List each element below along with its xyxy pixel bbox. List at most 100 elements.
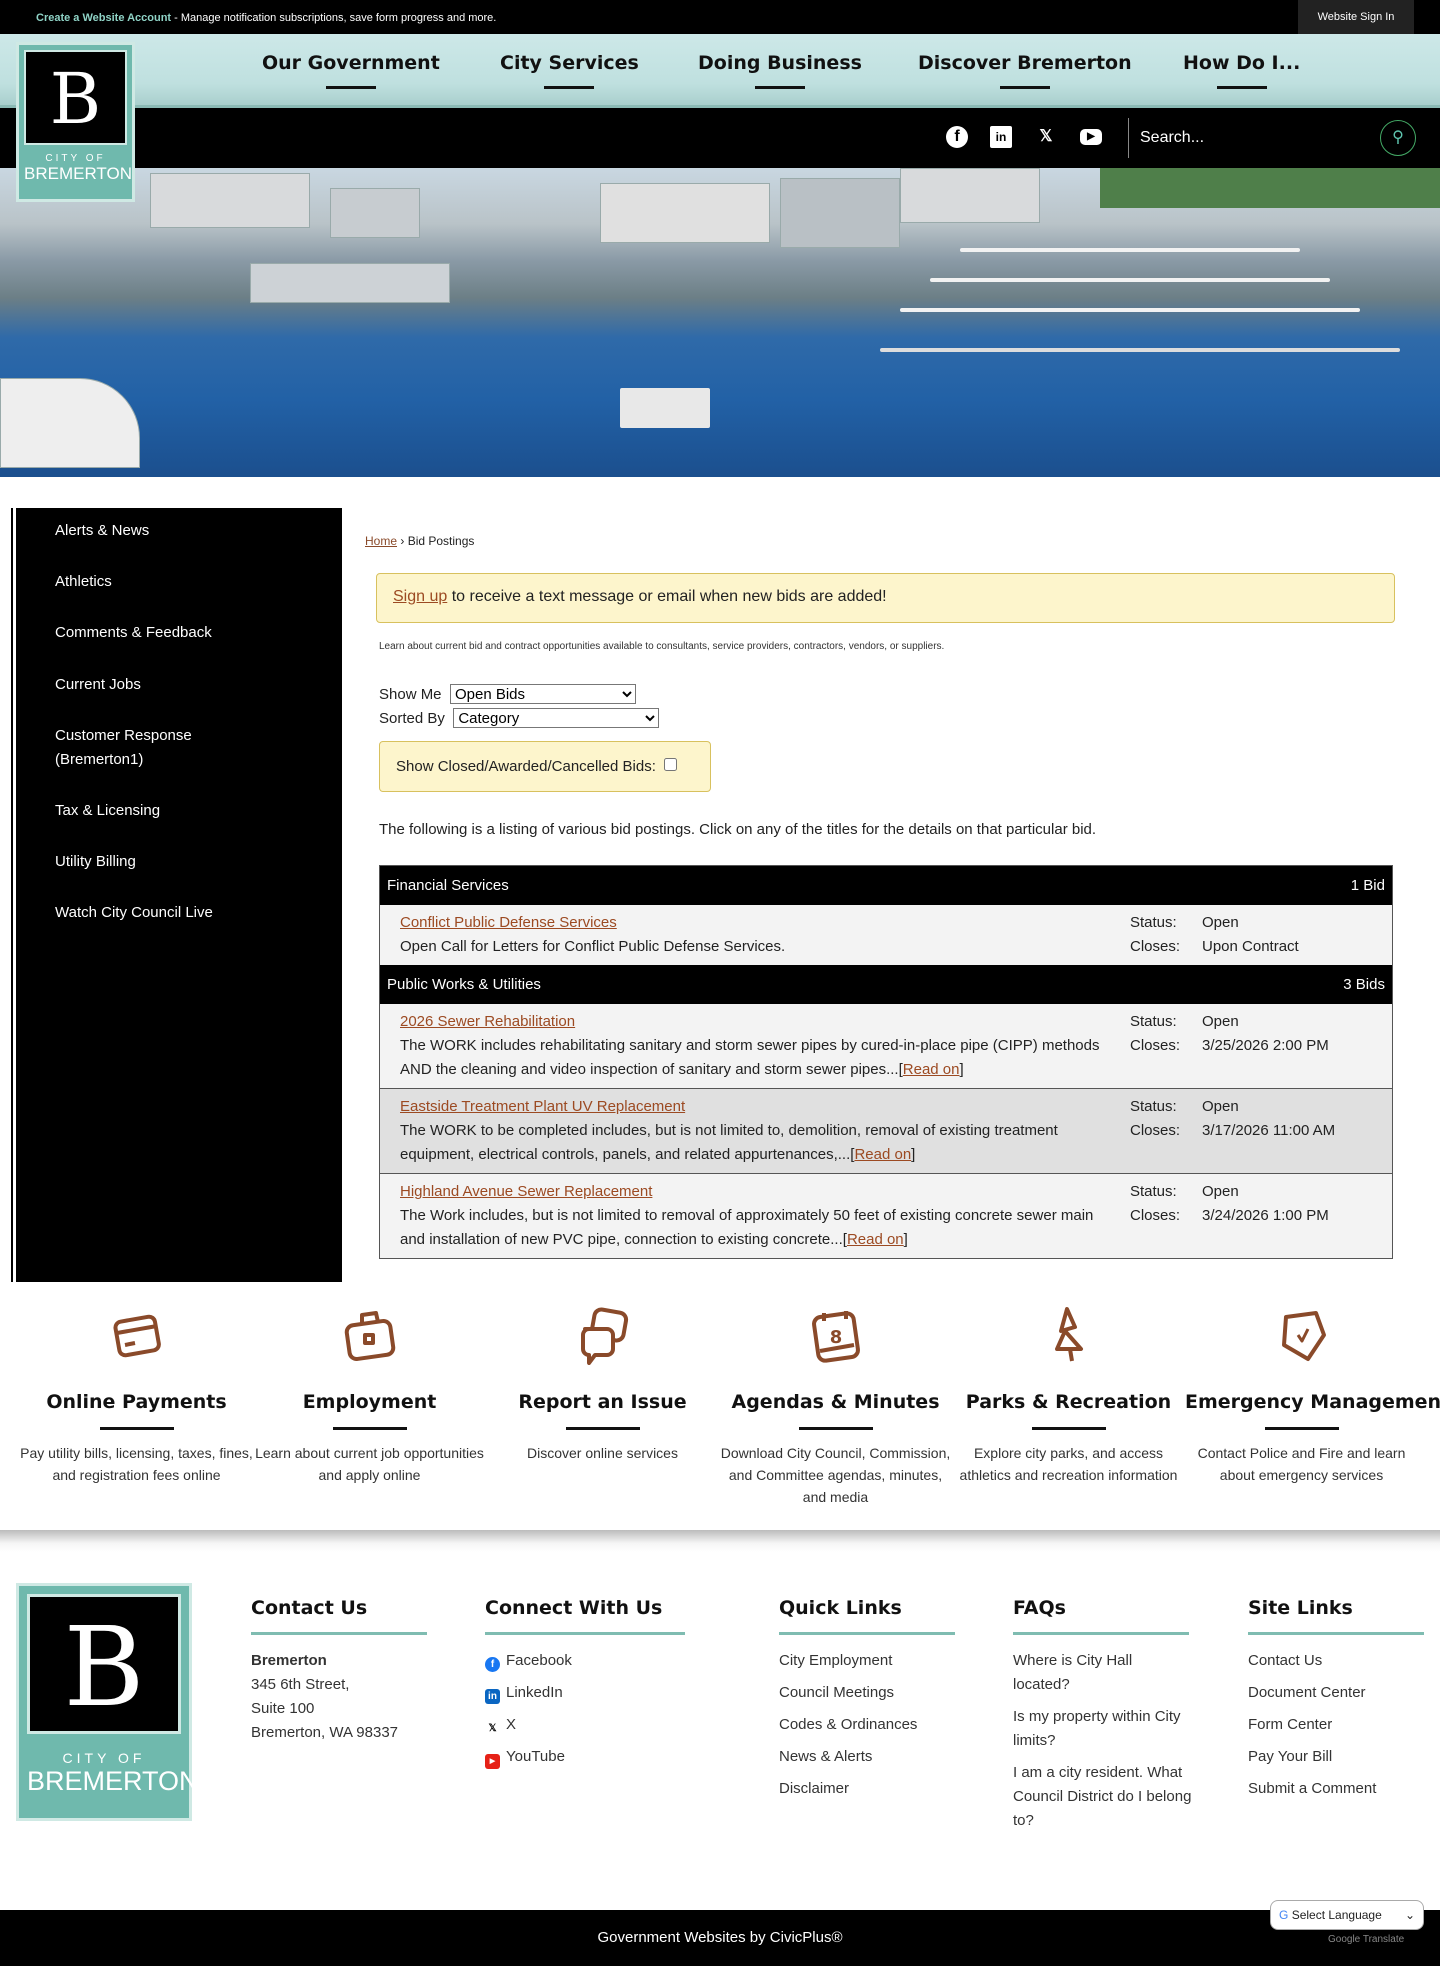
faq-link[interactable]: Where is City Hall located?: [1013, 1649, 1193, 1697]
google-translate-icon: G: [1279, 1908, 1289, 1922]
calendar-icon: 8: [811, 1311, 860, 1363]
show-closed-box: Show Closed/Awarded/Cancelled Bids:: [379, 741, 711, 792]
footer-connect: Connect With Us f Facebook in LinkedIn 𝕏X …: [485, 1596, 685, 1777]
footer-link[interactable]: Document Center: [1248, 1681, 1424, 1705]
breadcrumb-home[interactable]: Home: [365, 534, 397, 548]
bid-title-link[interactable]: Highland Avenue Sewer Replacement: [400, 1183, 652, 1200]
category-count: 3 Bids: [1343, 976, 1385, 993]
show-closed-checkbox[interactable]: [664, 758, 678, 771]
feature-parks-recreation[interactable]: Parks & Recreation Explore city parks, an…: [952, 1305, 1185, 1486]
youtube-icon[interactable]: ▶: [1080, 129, 1102, 145]
footer-heading: Quick Links: [779, 1596, 955, 1635]
nav-discover-bremerton[interactable]: Discover Bremerton: [918, 52, 1132, 89]
sidebar-item-alerts-news[interactable]: Alerts & News: [55, 519, 149, 543]
footer-faqs: FAQs Where is City Hall located? Is my p…: [1013, 1596, 1193, 1841]
footer-heading: Connect With Us: [485, 1596, 685, 1635]
bid-title-link[interactable]: Conflict Public Defense Services: [400, 914, 617, 931]
footer-logo[interactable]: B CITY OF BREMERTON: [16, 1583, 199, 1821]
sidebar-item-tax-licensing[interactable]: Tax & Licensing: [55, 799, 160, 823]
bid-row: Conflict Public Defense Services Open Ca…: [380, 905, 1392, 965]
x-icon[interactable]: 𝕏: [1035, 126, 1057, 148]
top-bar: Create a Website Account - Manage notifi…: [0, 0, 1440, 34]
breadcrumb-current: Bid Postings: [407, 534, 475, 548]
feature-title: Report an Issue: [518, 1391, 687, 1413]
linkedin-icon: in: [485, 1689, 500, 1704]
read-on-link[interactable]: Read on: [847, 1231, 904, 1248]
contact-address: Bremerton, WA 98337: [251, 1724, 399, 1741]
footer-facebook-link[interactable]: f Facebook: [485, 1649, 685, 1673]
show-me-label: Show Me: [379, 686, 442, 703]
breadcrumb: Home › Bid Postings: [365, 534, 474, 548]
feature-desc: Learn about current job opportunities an…: [255, 1445, 484, 1483]
feature-report-issue[interactable]: Report an Issue Discover online services: [486, 1305, 719, 1464]
footer-link[interactable]: Disclaimer: [779, 1777, 955, 1801]
shield-check-icon: [1281, 1311, 1326, 1361]
create-account-link[interactable]: Create a Website Account: [36, 12, 171, 24]
bid-status: Status: Open Closes: 3/17/2026 11:00 AM: [1130, 1098, 1336, 1139]
bid-description: The Work includes, but is not limited to…: [400, 1207, 1094, 1248]
logo-city-of: CITY OF: [45, 153, 106, 164]
category-name: Financial Services: [387, 877, 509, 894]
bid-title-link[interactable]: Eastside Treatment Plant UV Replacement: [400, 1098, 685, 1115]
footer-heading: Contact Us: [251, 1596, 427, 1635]
feature-desc: Contact Police and Fire and learn about …: [1197, 1445, 1406, 1483]
feature-employment[interactable]: Employment Learn about current job opport…: [253, 1305, 486, 1486]
nav-how-do-i[interactable]: How Do I...: [1183, 52, 1300, 89]
show-me-select[interactable]: Open Bids: [449, 684, 636, 704]
footer-link[interactable]: Council Meetings: [779, 1681, 955, 1705]
civicplus-credit-link[interactable]: Government Websites by CivicPlus®: [597, 1929, 842, 1946]
bid-description: The WORK includes rehabilitating sanitar…: [400, 1037, 1100, 1078]
search-input[interactable]: [1140, 124, 1360, 152]
create-account-notice: Create a Website Account - Manage notifi…: [36, 12, 496, 24]
bid-row: Highland Avenue Sewer Replacement The Wo…: [380, 1173, 1392, 1258]
feature-agendas-minutes[interactable]: 8 Agendas & Minutes Download City Council…: [719, 1305, 952, 1508]
google-translate-credit: Google Translate: [1328, 1934, 1405, 1945]
footer-youtube-link[interactable]: ▶ YouTube: [485, 1745, 685, 1769]
linkedin-icon[interactable]: in: [990, 126, 1012, 148]
nav-city-services[interactable]: City Services: [500, 52, 639, 89]
search-icon[interactable]: ⚲: [1380, 120, 1416, 156]
language-select[interactable]: G Select Language ⌄: [1270, 1900, 1424, 1930]
footer-heading: Site Links: [1248, 1596, 1424, 1635]
bid-status: Status: Open Closes: Upon Contract: [1130, 914, 1299, 955]
logo-city-of: CITY OF: [62, 1750, 146, 1766]
divider: [1128, 118, 1129, 158]
sign-up-link[interactable]: Sign up: [393, 588, 447, 605]
sorted-by-select[interactable]: Category: [453, 708, 660, 728]
footer-link[interactable]: Form Center: [1248, 1713, 1424, 1737]
facebook-icon[interactable]: f: [946, 126, 968, 148]
nav-our-government[interactable]: Our Government: [262, 52, 440, 89]
credit-card-icon: [112, 1314, 161, 1358]
footer-link[interactable]: News & Alerts: [779, 1745, 955, 1769]
feature-title: Employment: [302, 1391, 437, 1413]
faq-link[interactable]: I am a city resident. What Council Distr…: [1013, 1761, 1193, 1833]
hero-image: [0, 168, 1440, 477]
faq-link[interactable]: Is my property within City limits?: [1013, 1705, 1193, 1753]
bid-title-link[interactable]: 2026 Sewer Rehabilitation: [400, 1013, 575, 1030]
footer-link[interactable]: City Employment: [779, 1649, 955, 1673]
footer-link[interactable]: Contact Us: [1248, 1649, 1424, 1673]
sidebar-item-athletics[interactable]: Athletics: [55, 570, 112, 594]
city-logo[interactable]: B CITY OF BREMERTON: [16, 42, 135, 202]
footer-linkedin-link[interactable]: in LinkedIn: [485, 1681, 685, 1705]
nav-doing-business[interactable]: Doing Business: [698, 52, 862, 89]
sidebar-item-current-jobs[interactable]: Current Jobs: [55, 673, 141, 697]
footer-link[interactable]: Submit a Comment: [1248, 1777, 1424, 1801]
footer-link[interactable]: Pay Your Bill: [1248, 1745, 1424, 1769]
feature-emergency-management[interactable]: Emergency Management Contact Police and F…: [1185, 1305, 1440, 1486]
feature-desc: Discover online services: [527, 1445, 678, 1461]
footer-link[interactable]: Codes & Ordinances: [779, 1713, 955, 1737]
sidebar-item-customer-response[interactable]: Customer Response (Bremerton1): [55, 724, 235, 772]
footer-x-link[interactable]: 𝕏X: [485, 1713, 685, 1737]
read-on-link[interactable]: Read on: [854, 1146, 911, 1163]
logo-letter: B: [24, 50, 127, 145]
contact-address: Suite 100: [251, 1700, 315, 1717]
sidebar-item-utility-billing[interactable]: Utility Billing: [55, 850, 136, 874]
website-sign-in-button[interactable]: Website Sign In: [1298, 0, 1414, 34]
feature-online-payments[interactable]: Online Payments Pay utility bills, licens…: [20, 1305, 253, 1486]
sidebar-item-comments-feedback[interactable]: Comments & Feedback: [55, 621, 212, 645]
youtube-icon: ▶: [485, 1754, 500, 1769]
read-on-link[interactable]: Read on: [903, 1061, 960, 1078]
contact-address: 345 6th Street,: [251, 1676, 350, 1693]
sidebar-item-watch-council[interactable]: Watch City Council Live: [55, 901, 213, 925]
